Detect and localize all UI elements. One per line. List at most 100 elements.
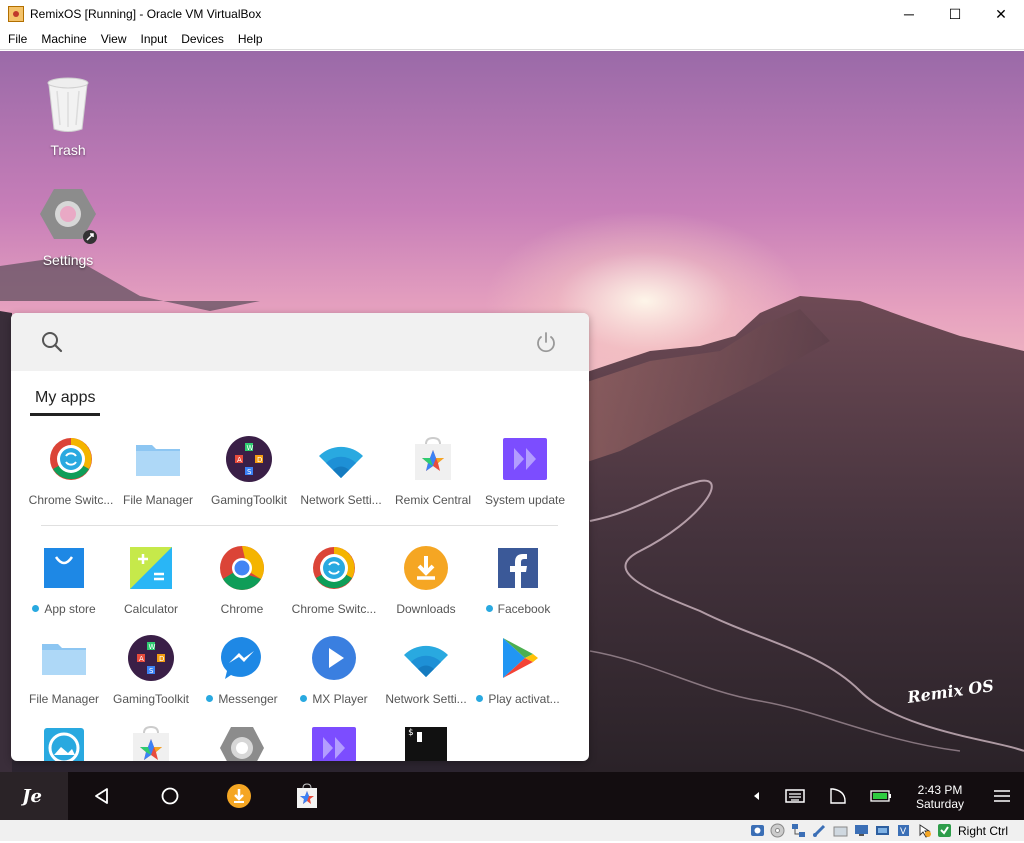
app-tile[interactable]: Chrome Switc... <box>288 545 380 616</box>
signal-button[interactable] <box>828 772 848 820</box>
app-tile-partial[interactable] <box>18 725 110 761</box>
desktop-trash[interactable]: Trash <box>23 77 113 158</box>
home-button[interactable] <box>157 772 183 820</box>
menu-machine[interactable]: Machine <box>34 32 93 46</box>
app-tile-partial[interactable] <box>196 725 288 761</box>
caret-left-icon <box>754 792 759 800</box>
start-search-bar[interactable] <box>11 313 589 371</box>
start-menu-button[interactable]: Je <box>0 772 68 820</box>
app-store-icon <box>41 545 87 591</box>
menu-help[interactable]: Help <box>231 32 270 46</box>
pinned-app-tile[interactable]: System update <box>479 436 571 507</box>
video-capture-icon[interactable] <box>875 823 890 838</box>
menu-input[interactable]: Input <box>134 32 175 46</box>
menu-file[interactable]: File <box>0 32 34 46</box>
app-tile[interactable]: MX Player <box>288 635 380 706</box>
notifications-button[interactable] <box>992 772 1012 820</box>
svg-text:V: V <box>900 827 907 837</box>
remix-central-icon <box>410 436 456 482</box>
gaming-toolkit-icon: WA DS <box>226 436 272 482</box>
app-name: Messenger <box>218 692 278 706</box>
maximize-button[interactable]: ☐ <box>932 0 978 28</box>
desktop-settings[interactable]: Settings <box>23 187 113 268</box>
remix-central-icon <box>128 725 174 761</box>
pinned-app-tile[interactable]: Network Setti... <box>295 436 387 507</box>
tray-expand-button[interactable] <box>749 772 763 820</box>
minimize-button[interactable]: ─ <box>886 0 932 28</box>
apps-divider <box>41 525 558 526</box>
app-tile-label: GamingToolkit <box>203 493 295 507</box>
app-tile[interactable]: Facebook <box>472 545 564 616</box>
app-tile-label: Play activat... <box>472 692 564 706</box>
app-tile-partial[interactable] <box>105 725 197 761</box>
app-tile[interactable]: Messenger <box>196 635 288 706</box>
pinned-app-tile[interactable]: W A D S GamingToolkit <box>203 436 295 507</box>
window-title: RemixOS [Running] - Oracle VM VirtualBox <box>30 7 262 21</box>
remix-logo-icon: Je <box>21 786 42 807</box>
app-tile-partial[interactable]: $ <box>380 725 472 761</box>
pinned-app-tile[interactable]: Chrome Switc... <box>25 436 117 507</box>
network-icon[interactable] <box>791 823 806 838</box>
shared-folders-icon[interactable] <box>833 823 848 838</box>
tab-my-apps[interactable]: My apps <box>30 385 101 416</box>
hard-disk-icon[interactable] <box>750 823 765 838</box>
app-tile[interactable]: App store <box>18 545 110 616</box>
app-tile-label: System update <box>479 493 571 507</box>
new-app-dot <box>485 605 493 612</box>
app-tile[interactable]: Play activat... <box>472 635 564 706</box>
app-tile[interactable]: Chrome <box>196 545 288 616</box>
taskbar: Je 2:43 PM Saturday <box>0 772 1024 820</box>
app-tile-label: App store <box>18 602 110 616</box>
app-name: Chrome Switc... <box>28 493 114 507</box>
app-tile[interactable]: W A D S GamingToolkit <box>105 635 197 706</box>
keyboard-button[interactable] <box>784 772 806 820</box>
keyboard-icon <box>785 789 805 803</box>
app-name: GamingToolkit <box>112 692 190 706</box>
display-icon[interactable] <box>854 823 869 838</box>
taskbar-remix-central[interactable] <box>295 772 319 820</box>
app-name: Chrome Switc... <box>291 602 377 616</box>
svg-text:Je: Je <box>21 786 42 807</box>
app-tile-partial[interactable] <box>288 725 380 761</box>
system-update-icon <box>502 436 548 482</box>
settings-icon <box>219 725 265 761</box>
back-icon <box>95 788 108 804</box>
menu-view[interactable]: View <box>94 32 134 46</box>
wifi-icon <box>403 635 449 681</box>
chrome-switcher-icon <box>311 545 357 591</box>
cpu-icon[interactable]: V <box>896 823 911 838</box>
chrome-switcher-icon <box>48 436 94 482</box>
app-tile-label: GamingToolkit <box>105 692 197 706</box>
menu-devices[interactable]: Devices <box>174 32 231 46</box>
settings-icon <box>40 189 97 244</box>
svg-text:S: S <box>247 468 252 476</box>
app-tile[interactable]: Downloads <box>380 545 472 616</box>
pinned-app-tile[interactable]: File Manager <box>112 436 204 507</box>
battery-button[interactable] <box>869 772 893 820</box>
app-tile[interactable]: Network Setti... <box>380 635 472 706</box>
taskbar-clock[interactable]: 2:43 PM Saturday <box>912 783 968 811</box>
app-tile-label: Remix Central <box>387 493 479 507</box>
app-name: Network Setti... <box>300 493 382 507</box>
host-key-icon[interactable] <box>937 823 952 838</box>
close-button[interactable]: ✕ <box>978 0 1024 28</box>
search-icon[interactable] <box>41 331 63 353</box>
trash-icon <box>47 77 89 132</box>
app-tile[interactable]: File Manager <box>18 635 110 706</box>
optical-drive-icon[interactable] <box>770 823 785 838</box>
terminal-icon: $ <box>403 725 449 761</box>
app-tile[interactable]: Calculator <box>105 545 197 616</box>
usb-icon[interactable] <box>812 823 827 838</box>
mouse-integration-icon[interactable] <box>917 823 932 838</box>
app-tile-label: Downloads <box>380 602 472 616</box>
app-name: Chrome <box>220 602 264 616</box>
wifi-icon <box>318 436 364 482</box>
pinned-app-tile[interactable]: Remix Central <box>387 436 479 507</box>
clock-day: Saturday <box>915 797 965 811</box>
app-name: Facebook <box>497 602 551 616</box>
power-icon[interactable] <box>535 331 557 353</box>
menu-icon <box>994 790 1010 802</box>
back-button[interactable] <box>89 772 115 820</box>
taskbar-downloads[interactable] <box>226 772 252 820</box>
svg-text:W: W <box>149 643 156 651</box>
